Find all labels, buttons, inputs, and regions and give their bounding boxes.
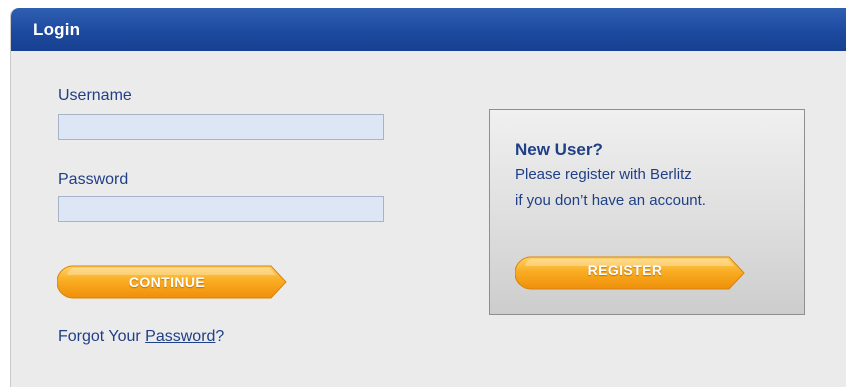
password-input[interactable] xyxy=(58,196,384,222)
new-user-title: New User? xyxy=(515,140,603,159)
username-input[interactable] xyxy=(58,114,384,140)
forgot-password-link[interactable]: Password xyxy=(145,328,215,345)
continue-button-label: CONTINUE xyxy=(128,274,206,290)
forgot-prefix: Forgot Your xyxy=(58,328,146,345)
username-label: Username xyxy=(58,87,132,104)
new-user-box: New User? Please register with Berlitz i… xyxy=(489,109,805,315)
new-user-line-2: if you don’t have an account. xyxy=(515,192,706,209)
register-button[interactable]: REGISTER xyxy=(515,256,745,290)
register-button-label: REGISTER xyxy=(587,262,663,278)
new-user-line-1: Please register with Berlitz xyxy=(515,166,692,183)
login-panel: Login Username Password CONTINUE Forgot … xyxy=(10,8,846,387)
password-label: Password xyxy=(58,171,129,188)
continue-button[interactable]: CONTINUE xyxy=(57,265,287,299)
login-title: Login xyxy=(33,20,81,39)
login-header: Login xyxy=(11,8,846,51)
forgot-suffix: ? xyxy=(215,328,225,345)
forgot-password-text: Forgot Your Password? xyxy=(58,328,224,346)
